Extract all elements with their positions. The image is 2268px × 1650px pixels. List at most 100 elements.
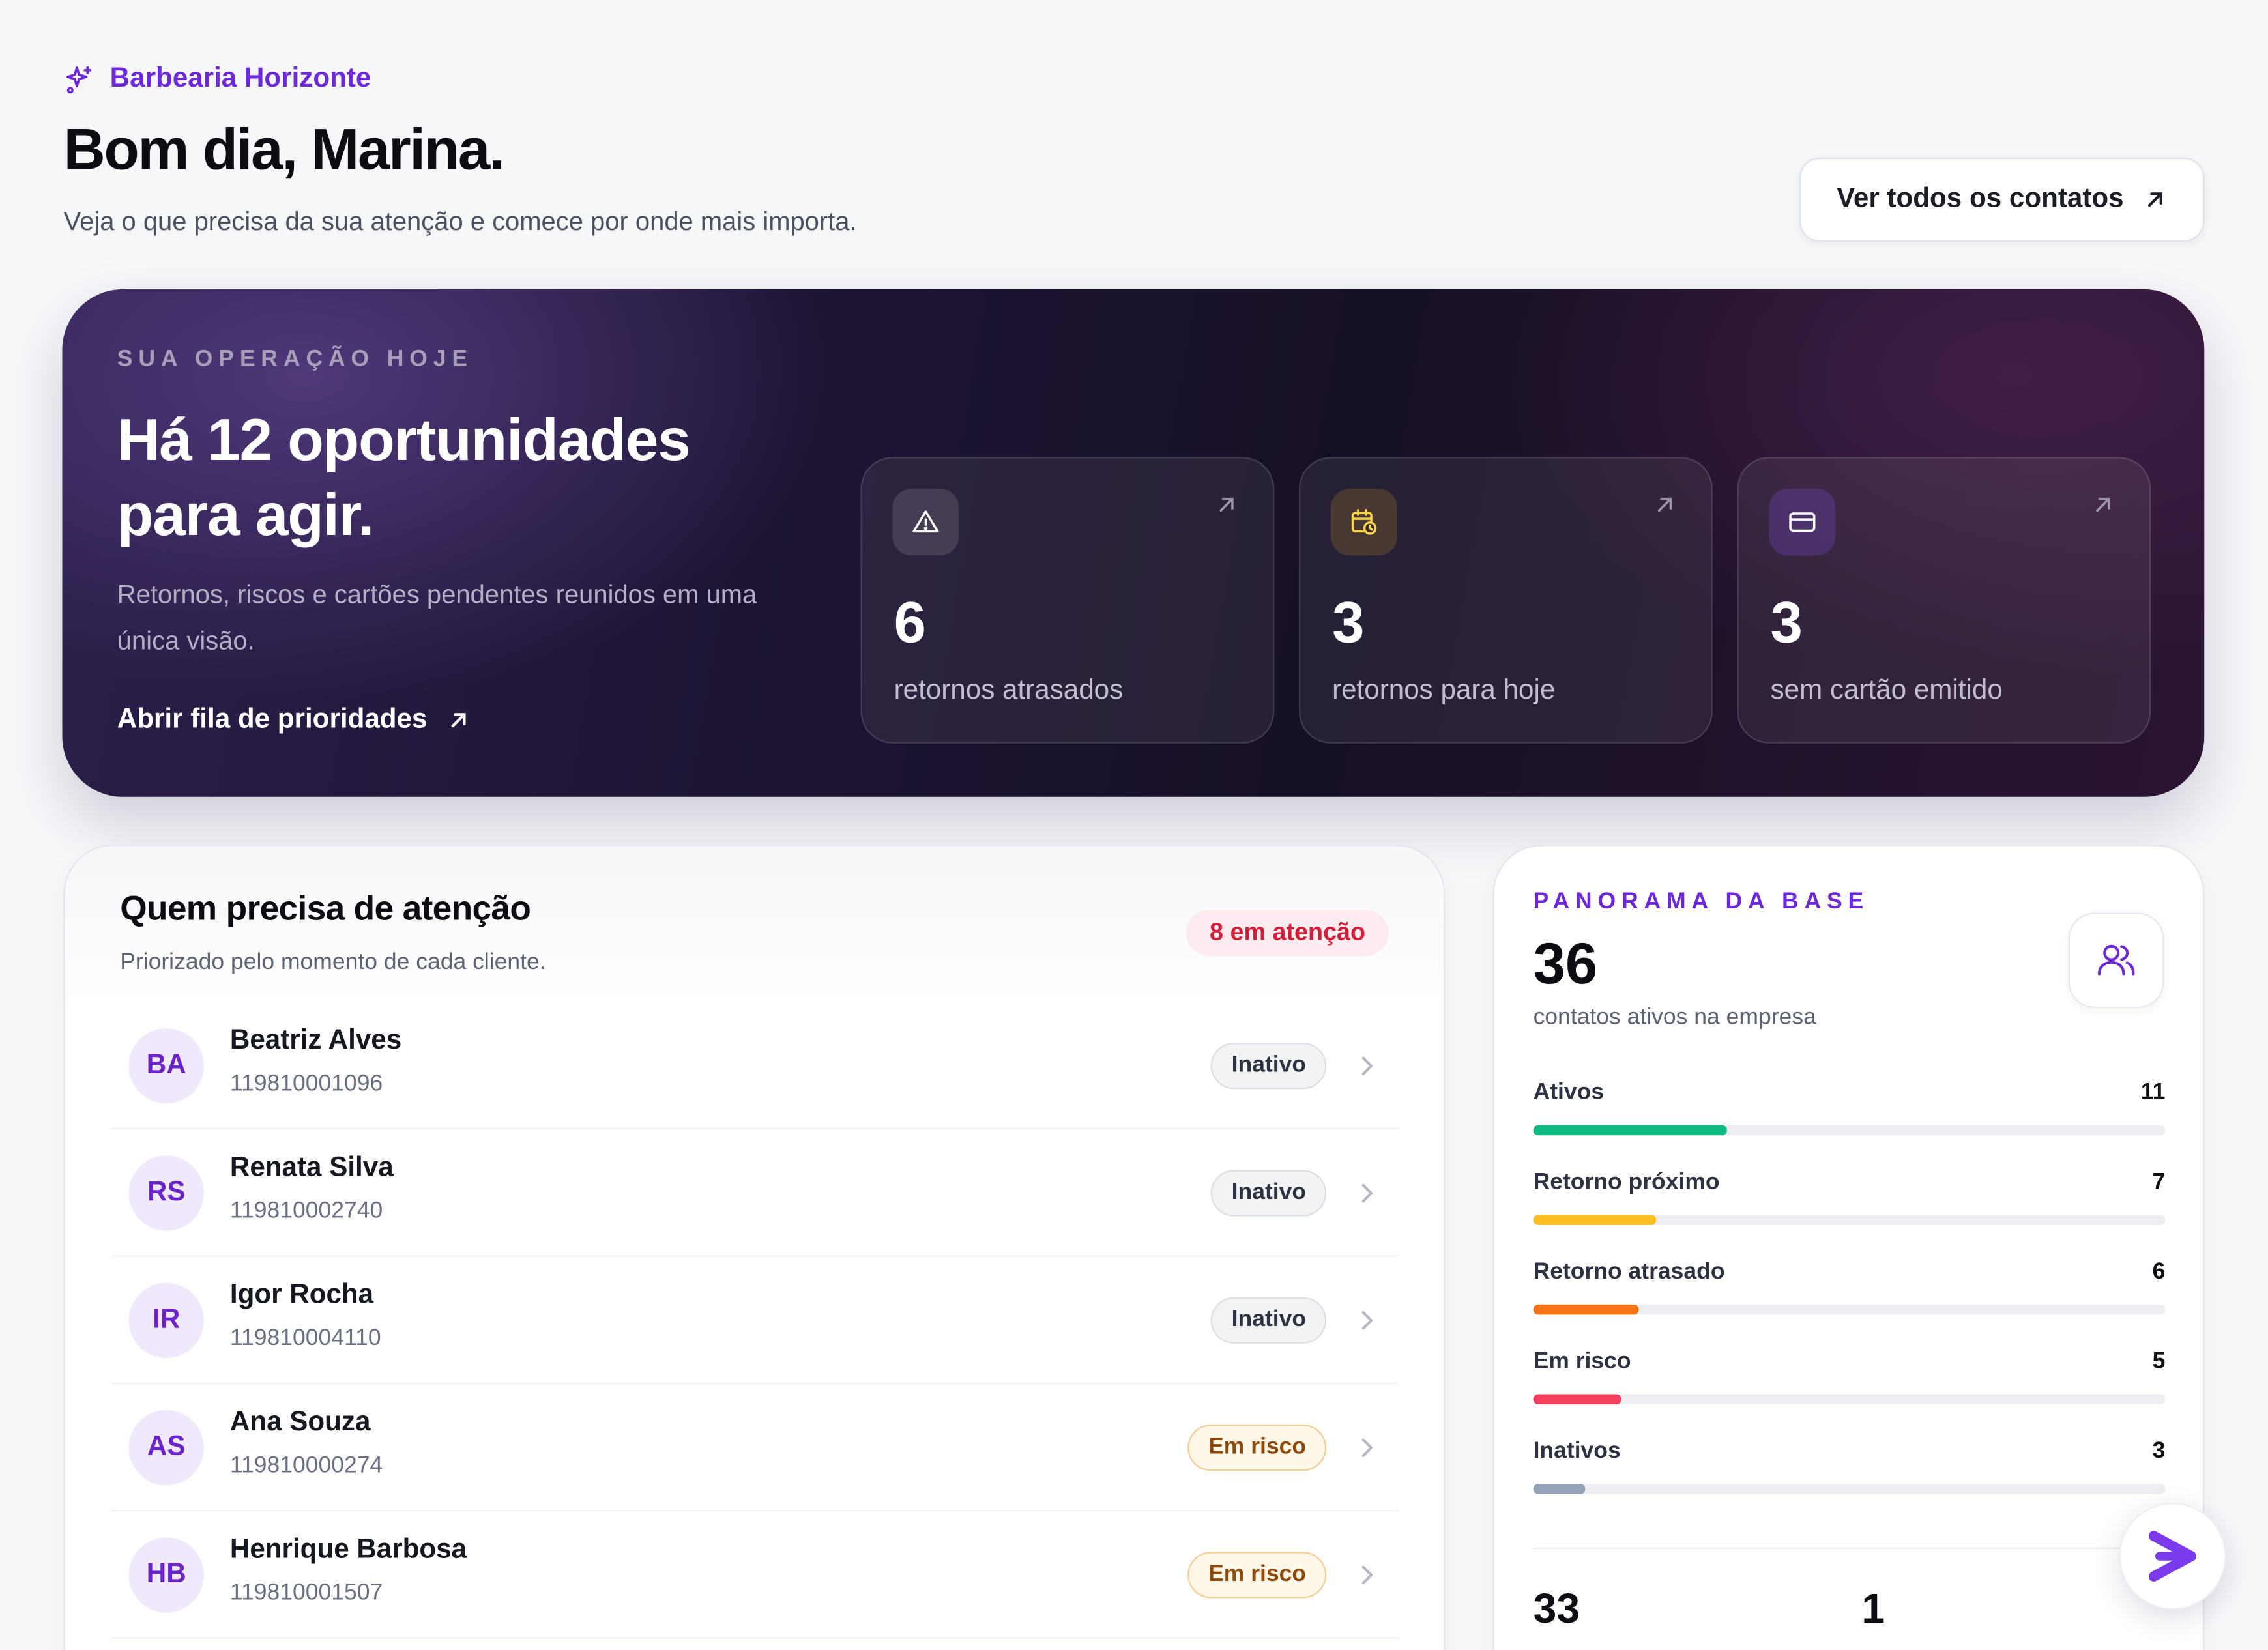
metric-track [1533,1394,2166,1405]
attention-panel: Quem precisa de atenção Priorizado pelo … [63,845,1446,1650]
stat-value: 3 [1332,591,1365,656]
hero-eyebrow: SUA OPERAÇÃO HOJE [117,347,473,372]
chevron-right-icon [1361,1311,1373,1330]
base-overview-panel: PANORAMA DA BASE 36 contatos ativos na e… [1492,845,2205,1650]
assistant-fab-button[interactable] [2119,1502,2226,1610]
list-item[interactable]: BA Beatriz Alves 119810001096 Inativo [111,1002,1399,1130]
brand-name: Barbearia Horizonte [109,63,371,94]
list-item[interactable]: AS Ana Souza 119810000274 Em risco [111,1384,1399,1512]
list-item[interactable]: IR Igor Rocha 119810004110 Inativo [111,1257,1399,1384]
arrow-up-right-icon [2096,497,2110,512]
contact-phone: 119810000274 [229,1453,383,1479]
view-all-contacts-label: Ver todos os contatos [1837,183,2124,214]
metric-bar [1533,1125,1726,1136]
metric-track [1533,1125,2166,1136]
summary-value-right: 1 [1861,1586,1885,1633]
chevron-right-icon [1361,1565,1373,1585]
metric-bar [1533,1484,1586,1494]
contact-name: Beatriz Alves [229,1025,402,1056]
metric-label: Retorno próximo [1533,1170,1720,1195]
list-item[interactable]: HB Henrique Barbosa 119810001507 Em risc… [111,1511,1399,1639]
avatar: BA [128,1028,204,1104]
active-contacts-subtitle: contatos ativos na empresa [1533,1005,1816,1030]
summary-value-left: 33 [1533,1586,1580,1633]
avatar: HB [128,1537,204,1613]
contact-name: Igor Rocha [229,1280,374,1310]
card-icon [1769,489,1836,556]
view-all-contacts-button[interactable]: Ver todos os contatos [1799,157,2205,242]
stat-card-overdue-returns[interactable]: 6 retornos atrasados [860,457,1275,744]
metric-inactive: Inativos 3 [1533,1439,2166,1511]
attention-subtitle: Priorizado pelo momento de cada cliente. [120,950,546,975]
contact-phone: 119810004110 [229,1326,381,1351]
arrow-up-right-icon [452,713,467,728]
open-priority-queue-label: Abrir fila de prioridades [117,704,428,735]
send-arrow-icon [2148,1531,2197,1582]
chevron-right-icon [1361,1183,1373,1203]
metric-value: 11 [2140,1080,2166,1105]
attention-title: Quem precisa de atenção [120,889,531,929]
stat-value: 6 [894,591,926,656]
metric-value: 5 [2152,1349,2166,1374]
page-title: Bom dia, Marina. [63,118,505,182]
hero-description: Retornos, riscos e cartões pendentes reu… [117,579,757,656]
hero-title: Há 12 oportunidades para agir. [117,406,691,549]
metric-label: Ativos [1533,1080,1605,1105]
chevron-right-icon [1361,1056,1373,1075]
metric-overdue-return: Retorno atrasado 6 [1533,1260,2166,1332]
contact-phone: 119810001096 [229,1071,383,1097]
arrow-up-right-icon [1219,497,1234,512]
page-subtitle: Veja o que precisa da sua atenção e come… [63,207,857,236]
status-badge: Em risco [1188,1425,1327,1471]
list-item[interactable]: RS Renata Silva 119810002740 Inativo [111,1129,1399,1257]
metric-upcoming-return: Retorno próximo 7 [1533,1170,2166,1242]
metric-bar [1533,1215,1657,1225]
contact-phone: 119810001507 [229,1580,383,1606]
attention-count-badge: 8 em atenção [1186,910,1389,957]
metric-bar [1533,1304,1639,1315]
chevron-right-icon [1361,1438,1373,1457]
metric-value: 6 [2152,1260,2166,1284]
status-badge: Inativo [1211,1170,1327,1217]
metric-track [1533,1215,2166,1225]
calendar-clock-icon [1330,489,1397,556]
stat-label: retornos para hoje [1332,675,1556,706]
status-badge: Em risco [1188,1552,1327,1599]
active-contacts-total: 36 [1533,933,1598,997]
metric-track [1533,1484,2166,1494]
metric-bar [1533,1394,1621,1405]
stat-card-no-card-issued[interactable]: 3 sem cartão emitido [1737,457,2151,744]
sparkles-icon [66,66,92,94]
open-priority-queue-link[interactable]: Abrir fila de prioridades [117,704,471,736]
metric-value: 7 [2152,1170,2166,1195]
stat-value: 3 [1770,591,1803,656]
warning-icon [892,489,959,556]
users-icon[interactable] [2068,912,2164,1008]
contact-name: Ana Souza [229,1407,371,1438]
stat-card-returns-today[interactable]: 3 retornos para hoje [1299,457,1713,744]
metric-track [1533,1304,2166,1315]
arrow-up-right-icon [1657,497,1672,512]
status-badge: Inativo [1211,1297,1327,1344]
arrow-up-right-icon [2148,192,2163,207]
metric-label: Inativos [1533,1439,1621,1464]
metric-label: Em risco [1533,1349,1631,1374]
stat-label: retornos atrasados [894,675,1124,706]
operation-hero: SUA OPERAÇÃO HOJE Há 12 oportunidades pa… [62,289,2205,797]
avatar: RS [128,1155,204,1231]
panorama-eyebrow: PANORAMA DA BASE [1533,889,1870,914]
contact-name: Renata Silva [229,1152,394,1183]
contact-name: Henrique Barbosa [229,1534,467,1565]
metric-label: Retorno atrasado [1533,1260,1725,1284]
metric-at-risk: Em risco 5 [1533,1349,2166,1422]
metric-value: 3 [2152,1439,2166,1464]
status-badge: Inativo [1211,1043,1327,1090]
brand: Barbearia Horizonte [64,64,371,96]
stat-label: sem cartão emitido [1770,675,2003,706]
attention-list: BA Beatriz Alves 119810001096 Inativo RS… [111,1002,1399,1639]
avatar: AS [128,1410,204,1486]
contact-phone: 119810002740 [229,1198,383,1224]
metric-active: Ativos 11 [1533,1080,2166,1153]
avatar: IR [128,1282,204,1359]
divider [1533,1547,2164,1549]
